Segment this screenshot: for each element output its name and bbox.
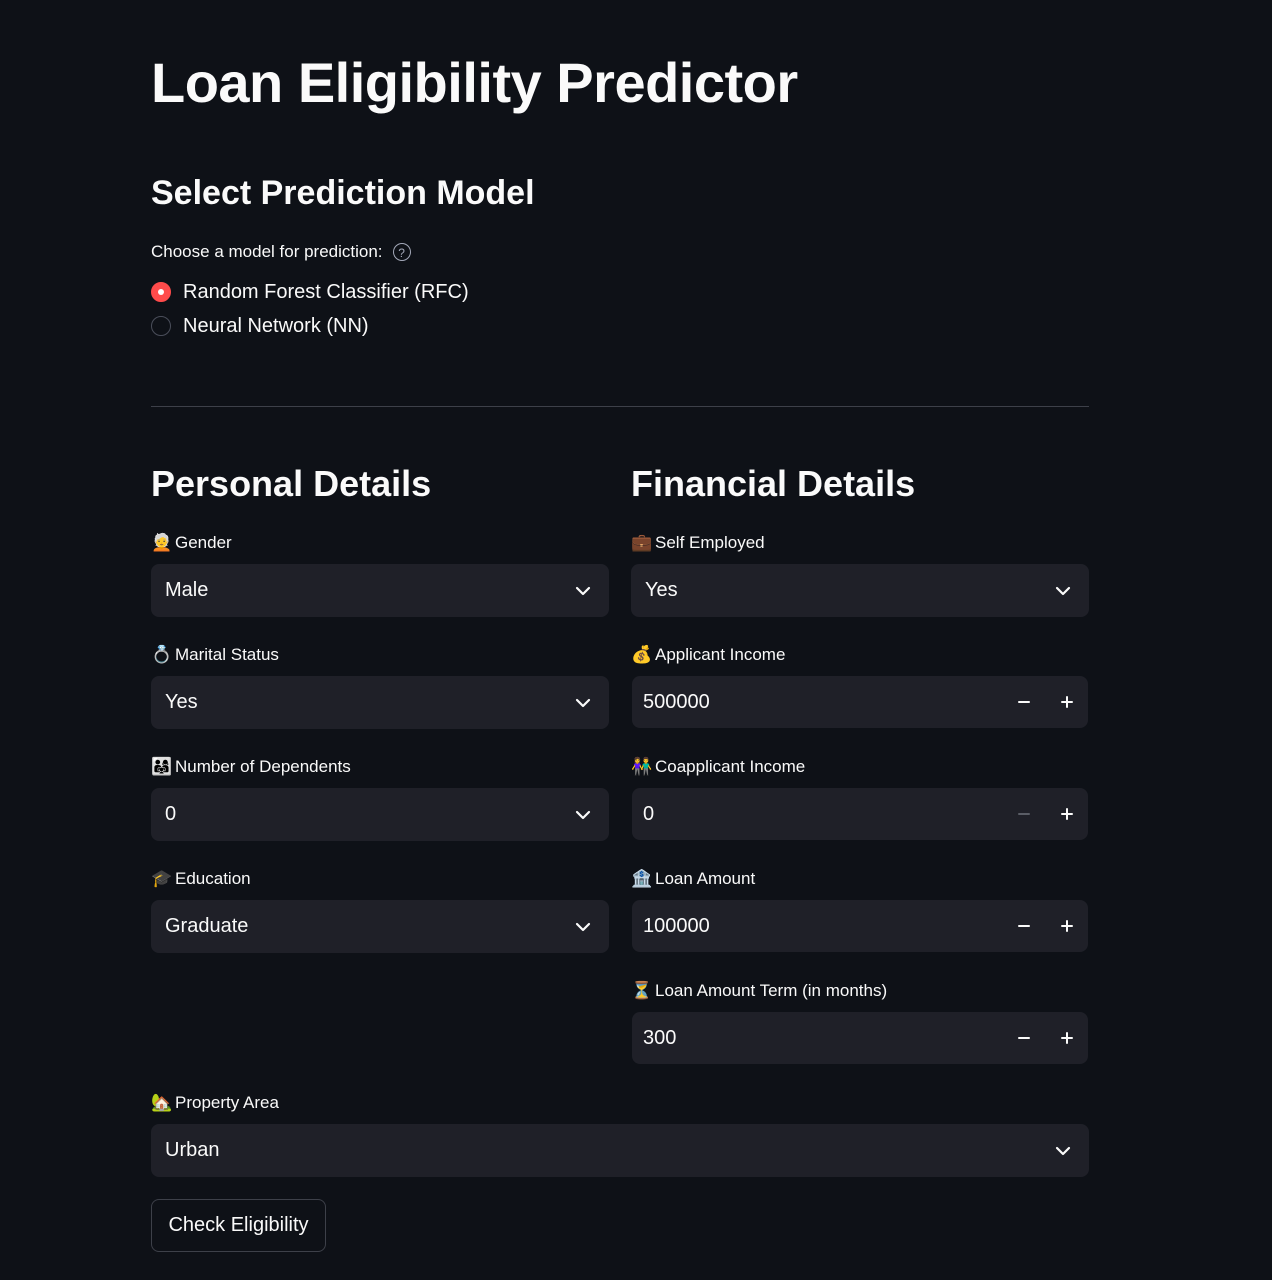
plus-icon[interactable] [1045, 788, 1088, 840]
loan-term-label-text: Loan Amount Term (in months) [655, 981, 888, 1000]
gender-label: 🧑‍🦳 Gender [151, 531, 232, 555]
radio-option-label: Random Forest Classifier (RFC) [183, 281, 469, 303]
chevron-down-icon[interactable] [557, 900, 609, 953]
hourglass-icon: ⏳ [631, 981, 653, 1001]
marital-label-text: Marital Status [175, 645, 279, 664]
property-area-select[interactable]: Urban [151, 1124, 1089, 1177]
coapplicant-income-input[interactable]: 0 [632, 788, 1088, 840]
radio-unselected-indicator[interactable] [151, 316, 171, 336]
app-title: Loan Eligibility Predictor [151, 51, 798, 114]
applicant-income-value[interactable]: 500000 [632, 691, 1002, 714]
dependents-label-text: Number of Dependents [175, 757, 351, 776]
gender-select[interactable]: Male [151, 564, 609, 617]
graduation-cap-icon: 🎓 [151, 869, 173, 889]
chevron-down-icon[interactable] [557, 676, 609, 729]
model-section-heading: Select Prediction Model [151, 174, 535, 212]
self-employed-label: 💼 Self Employed [631, 531, 765, 555]
loan-term-label: ⏳ Loan Amount Term (in months) [631, 979, 887, 1003]
chevron-down-icon[interactable] [1037, 1124, 1089, 1177]
minus-icon[interactable] [1002, 676, 1045, 728]
briefcase-icon: 💼 [631, 533, 653, 553]
education-select[interactable]: Graduate [151, 900, 609, 953]
loan-amount-label-text: Loan Amount [655, 869, 756, 888]
plus-icon[interactable] [1045, 900, 1088, 952]
self-employed-select[interactable]: Yes [631, 564, 1089, 617]
loan-term-input[interactable]: 300 [632, 1012, 1088, 1064]
self-employed-label-text: Self Employed [655, 533, 765, 552]
dependents-select-value: 0 [165, 803, 177, 825]
loan-amount-value[interactable]: 100000 [632, 915, 1002, 938]
family-icon: 👨‍👩‍👧 [151, 757, 173, 777]
coapplicant-income-label-text: Coapplicant Income [655, 757, 806, 776]
dependents-label: 👨‍👩‍👧 Number of Dependents [151, 755, 351, 779]
applicant-income-label-text: Applicant Income [655, 645, 786, 664]
help-circle-icon[interactable]: ? [392, 243, 411, 261]
gender-label-text: Gender [175, 533, 232, 552]
coapplicant-income-value[interactable]: 0 [632, 803, 1002, 826]
marital-select-value: Yes [165, 691, 198, 713]
ring-icon: 💍 [151, 645, 173, 665]
plus-icon[interactable] [1045, 1012, 1088, 1064]
minus-icon[interactable] [1002, 788, 1045, 840]
gender-select-value: Male [165, 579, 209, 601]
applicant-income-input[interactable]: 500000 [632, 676, 1088, 728]
loan-term-value[interactable]: 300 [632, 1027, 1002, 1050]
property-area-label: 🏡 Property Area [151, 1091, 279, 1115]
model-question-label: Choose a model for prediction: ? [151, 240, 411, 264]
radio-option-label: Neural Network (NN) [183, 315, 369, 337]
couple-icon: 👫 [631, 757, 653, 777]
personal-details-heading: Personal Details [151, 463, 432, 504]
chevron-down-icon[interactable] [1037, 564, 1089, 617]
dependents-select[interactable]: 0 [151, 788, 609, 841]
loan-amount-input[interactable]: 100000 [632, 900, 1088, 952]
education-select-value: Graduate [165, 915, 249, 937]
loan-amount-label: 🏦 Loan Amount [631, 867, 755, 891]
chevron-down-icon[interactable] [557, 788, 609, 841]
plus-icon[interactable] [1045, 676, 1088, 728]
section-divider [151, 406, 1089, 407]
education-label: 🎓 Education [151, 867, 251, 891]
house-icon: 🏡 [151, 1093, 173, 1113]
radio-selected-indicator[interactable] [151, 282, 171, 302]
marital-label: 💍 Marital Status [151, 643, 279, 667]
radio-option-rfc[interactable]: Random Forest Classifier (RFC) [151, 279, 469, 305]
minus-icon[interactable] [1002, 900, 1045, 952]
radio-option-nn[interactable]: Neural Network (NN) [151, 313, 369, 339]
bank-icon: 🏦 [631, 869, 653, 889]
applicant-income-label: 💰 Applicant Income [631, 643, 785, 667]
property-area-label-text: Property Area [175, 1093, 279, 1112]
self-employed-select-value: Yes [645, 579, 678, 601]
education-label-text: Education [175, 869, 251, 888]
check-eligibility-button[interactable]: Check Eligibility [151, 1199, 326, 1252]
chevron-down-icon[interactable] [557, 564, 609, 617]
marital-select[interactable]: Yes [151, 676, 609, 729]
minus-icon[interactable] [1002, 1012, 1045, 1064]
person-icon: 🧑‍🦳 [151, 533, 173, 553]
financial-details-heading: Financial Details [631, 463, 916, 504]
model-question-text: Choose a model for prediction: [151, 242, 383, 261]
money-bag-icon: 💰 [631, 645, 653, 665]
property-area-select-value: Urban [165, 1139, 220, 1161]
coapplicant-income-label: 👫 Coapplicant Income [631, 755, 805, 779]
